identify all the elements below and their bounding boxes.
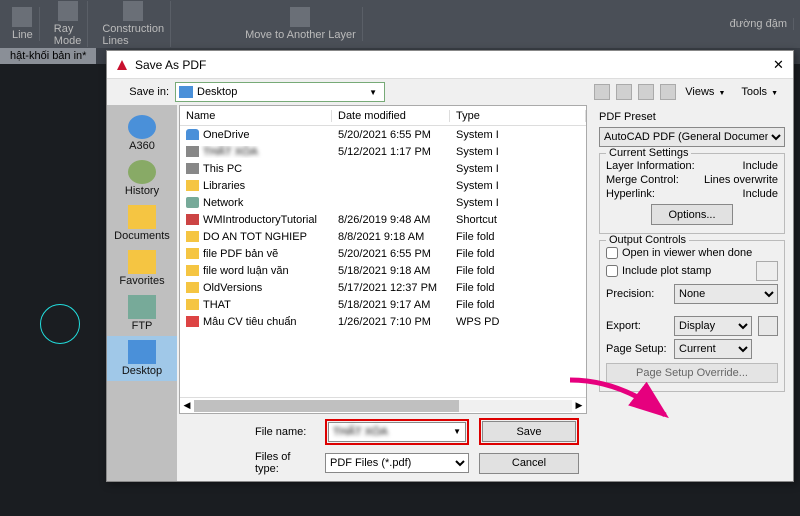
file-row[interactable]: file PDF bản vẽ5/20/2021 6:55 PMFile fol… — [180, 245, 586, 262]
dialog-titlebar: Save As PDF ✕ — [107, 51, 793, 79]
autocad-ribbon: Line RayMode ConstructionLines Move to A… — [0, 0, 800, 48]
file-row[interactable]: WMIntroductoryTutorial8/26/2019 9:48 AMS… — [180, 211, 586, 228]
page-setup-dropdown[interactable]: Current — [674, 339, 752, 359]
file-row[interactable]: file word luận văn5/18/2021 9:18 AMFile … — [180, 262, 586, 279]
place-icon — [128, 295, 156, 319]
desktop-icon — [179, 86, 193, 98]
file-list[interactable]: Name Date modified Type OneDrive5/20/202… — [179, 105, 587, 414]
file-row[interactable]: OneDrive5/20/2021 6:55 PMSystem I — [180, 126, 586, 143]
column-name[interactable]: Name — [180, 110, 332, 122]
file-row[interactable]: THẤT XÓA5/12/2021 1:17 PMSystem I — [180, 143, 586, 160]
export-dropdown[interactable]: Display — [674, 316, 752, 336]
place-desktop[interactable]: Desktop — [107, 336, 177, 381]
file-row[interactable]: DO AN TOT NGHIEP8/8/2021 9:18 AMFile fol… — [180, 228, 586, 245]
place-a360[interactable]: A360 — [107, 111, 177, 156]
pdf-preset-label: PDF Preset — [599, 111, 785, 123]
drawing-tab[interactable]: hật-khối bản in* — [0, 48, 96, 64]
open-viewer-checkbox[interactable]: Open in viewer when done — [606, 247, 778, 259]
dialog-bottom: File name: THẤT XÓA ▼ Save Files of type… — [177, 414, 589, 481]
right-panel: PDF Preset AutoCAD PDF (General Document… — [591, 105, 793, 481]
place-icon — [128, 340, 156, 364]
file-icon — [186, 265, 199, 276]
dialog-toolbar: Save in: Desktop ▼ Views▼ Tools▼ — [107, 79, 793, 105]
place-icon — [128, 160, 156, 184]
file-list-header: Name Date modified Type — [180, 106, 586, 126]
place-favorites[interactable]: Favorites — [107, 246, 177, 291]
search-icon[interactable] — [638, 84, 654, 100]
file-row[interactable]: NetworkSystem I — [180, 194, 586, 211]
pdf-preset-dropdown[interactable]: AutoCAD PDF (General Documentation) — [599, 127, 785, 147]
precision-dropdown[interactable]: None — [674, 284, 778, 304]
cancel-button[interactable]: Cancel — [479, 453, 579, 474]
dialog-title: Save As PDF — [135, 58, 773, 72]
file-icon — [186, 248, 199, 259]
file-icon — [186, 231, 199, 242]
close-button[interactable]: ✕ — [773, 57, 785, 73]
file-type-label: Files of type: — [255, 451, 315, 475]
include-stamp-checkbox[interactable]: Include plot stamp — [606, 263, 756, 279]
file-row[interactable]: LibrariesSystem I — [180, 177, 586, 194]
file-type-dropdown[interactable]: PDF Files (*.pdf) — [325, 453, 469, 473]
precision-label: Precision: — [606, 288, 668, 300]
save-button-highlight: Save — [479, 418, 579, 445]
file-list-body: OneDrive5/20/2021 6:55 PMSystem ITHẤT XÓ… — [180, 126, 586, 397]
file-icon — [186, 163, 199, 174]
output-controls-group: Output Controls Open in viewer when done… — [599, 240, 785, 392]
current-settings-group: Current Settings Layer Information:Inclu… — [599, 153, 785, 234]
stamp-icon[interactable] — [756, 261, 778, 281]
file-row[interactable]: This PCSystem I — [180, 160, 586, 177]
page-setup-label: Page Setup: — [606, 343, 668, 355]
file-row[interactable]: Mẫu CV tiêu chuẩn1/26/2021 7:10 PMWPS PD — [180, 313, 586, 330]
options-button[interactable]: Options... — [651, 204, 732, 225]
file-icon — [186, 214, 199, 225]
place-history[interactable]: History — [107, 156, 177, 201]
delete-icon[interactable] — [660, 84, 676, 100]
autocad-logo-icon — [115, 58, 129, 72]
export-label: Export: — [606, 320, 668, 332]
save-in-dropdown[interactable]: Desktop ▼ — [175, 82, 385, 102]
back-icon[interactable] — [594, 84, 610, 100]
setting-row: Layer Information:Include — [606, 160, 778, 172]
setting-row: Hyperlink:Include — [606, 188, 778, 200]
page-setup-override-button: Page Setup Override... — [606, 363, 778, 383]
save-button[interactable]: Save — [482, 421, 576, 442]
place-icon — [128, 115, 156, 139]
tools-menu[interactable]: Tools▼ — [738, 86, 785, 98]
file-icon — [186, 146, 199, 157]
horizontal-scrollbar[interactable]: ◀ ▶ — [180, 397, 586, 413]
file-icon — [186, 197, 199, 208]
file-row[interactable]: OldVersions5/17/2021 12:37 PMFile fold — [180, 279, 586, 296]
column-date[interactable]: Date modified — [332, 110, 450, 122]
place-ftp[interactable]: FTP — [107, 291, 177, 336]
places-sidebar: A360HistoryDocumentsFavoritesFTPDesktop — [107, 105, 177, 481]
file-icon — [186, 129, 199, 140]
save-in-label: Save in: — [115, 86, 169, 98]
layer-name: đường đậm — [730, 18, 787, 30]
up-icon[interactable] — [616, 84, 632, 100]
file-icon — [186, 282, 199, 293]
file-icon — [186, 316, 199, 327]
place-icon — [128, 250, 156, 274]
file-icon — [186, 180, 199, 191]
file-name-input[interactable]: THẤT XÓA ▼ — [328, 422, 466, 442]
setting-row: Merge Control:Lines overwrite — [606, 174, 778, 186]
place-icon — [128, 205, 156, 229]
column-type[interactable]: Type — [450, 110, 586, 122]
views-menu[interactable]: Views▼ — [682, 86, 732, 98]
file-name-label: File name: — [255, 426, 315, 438]
export-window-button[interactable] — [758, 316, 778, 336]
file-icon — [186, 299, 199, 310]
file-name-highlight: THẤT XÓA ▼ — [325, 419, 469, 445]
file-row[interactable]: THAT5/18/2021 9:17 AMFile fold — [180, 296, 586, 313]
place-documents[interactable]: Documents — [107, 201, 177, 246]
save-as-pdf-dialog: Save As PDF ✕ Save in: Desktop ▼ Views▼ … — [106, 50, 794, 482]
